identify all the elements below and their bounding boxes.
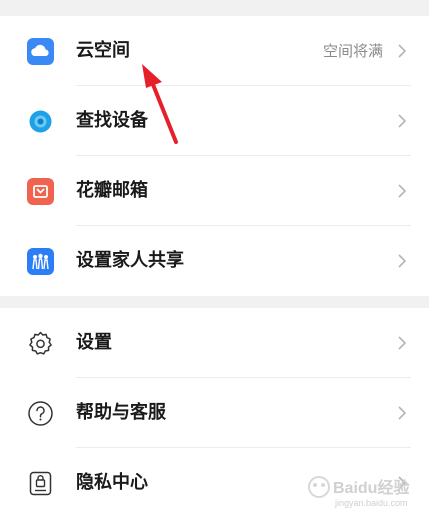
find-device-row[interactable]: 查找设备: [0, 86, 429, 156]
general-settings-card: 设置 帮助与客服 隐私中心: [0, 308, 429, 518]
chevron-right-icon: [398, 184, 407, 198]
cloud-space-label: 云空间: [76, 40, 130, 61]
chevron-right-icon: [398, 44, 407, 58]
find-device-label: 查找设备: [76, 110, 148, 131]
chevron-right-icon: [398, 476, 407, 490]
cloud-icon: [27, 38, 54, 65]
family-share-label: 设置家人共享: [76, 250, 184, 271]
cloud-space-row[interactable]: 云空间 空间将满: [0, 16, 429, 86]
petal-mail-row[interactable]: 花瓣邮箱: [0, 156, 429, 226]
petal-mail-label: 花瓣邮箱: [76, 180, 148, 201]
gear-icon: [27, 330, 54, 357]
chevron-right-icon: [398, 336, 407, 350]
family-share-row[interactable]: 设置家人共享: [0, 226, 429, 296]
chevron-right-icon: [398, 114, 407, 128]
account-services-card: 云空间 空间将满 查找设备 花瓣邮箱 设置家人共享: [0, 16, 429, 296]
top-spacer: [0, 0, 429, 16]
cloud-space-status: 空间将满: [322, 42, 383, 60]
privacy-icon: [27, 470, 54, 497]
help-support-row[interactable]: 帮助与客服: [0, 378, 429, 448]
family-share-icon: [27, 248, 54, 275]
settings-label: 设置: [76, 332, 112, 353]
mail-icon: [27, 178, 54, 205]
find-device-icon: [27, 108, 54, 135]
privacy-center-row[interactable]: 隐私中心: [0, 448, 429, 518]
chevron-right-icon: [398, 406, 407, 420]
settings-row[interactable]: 设置: [0, 308, 429, 378]
privacy-center-label: 隐私中心: [76, 472, 148, 493]
section-spacer: [0, 296, 429, 308]
chevron-right-icon: [398, 254, 407, 268]
help-support-label: 帮助与客服: [76, 402, 166, 423]
help-icon: [27, 400, 54, 427]
